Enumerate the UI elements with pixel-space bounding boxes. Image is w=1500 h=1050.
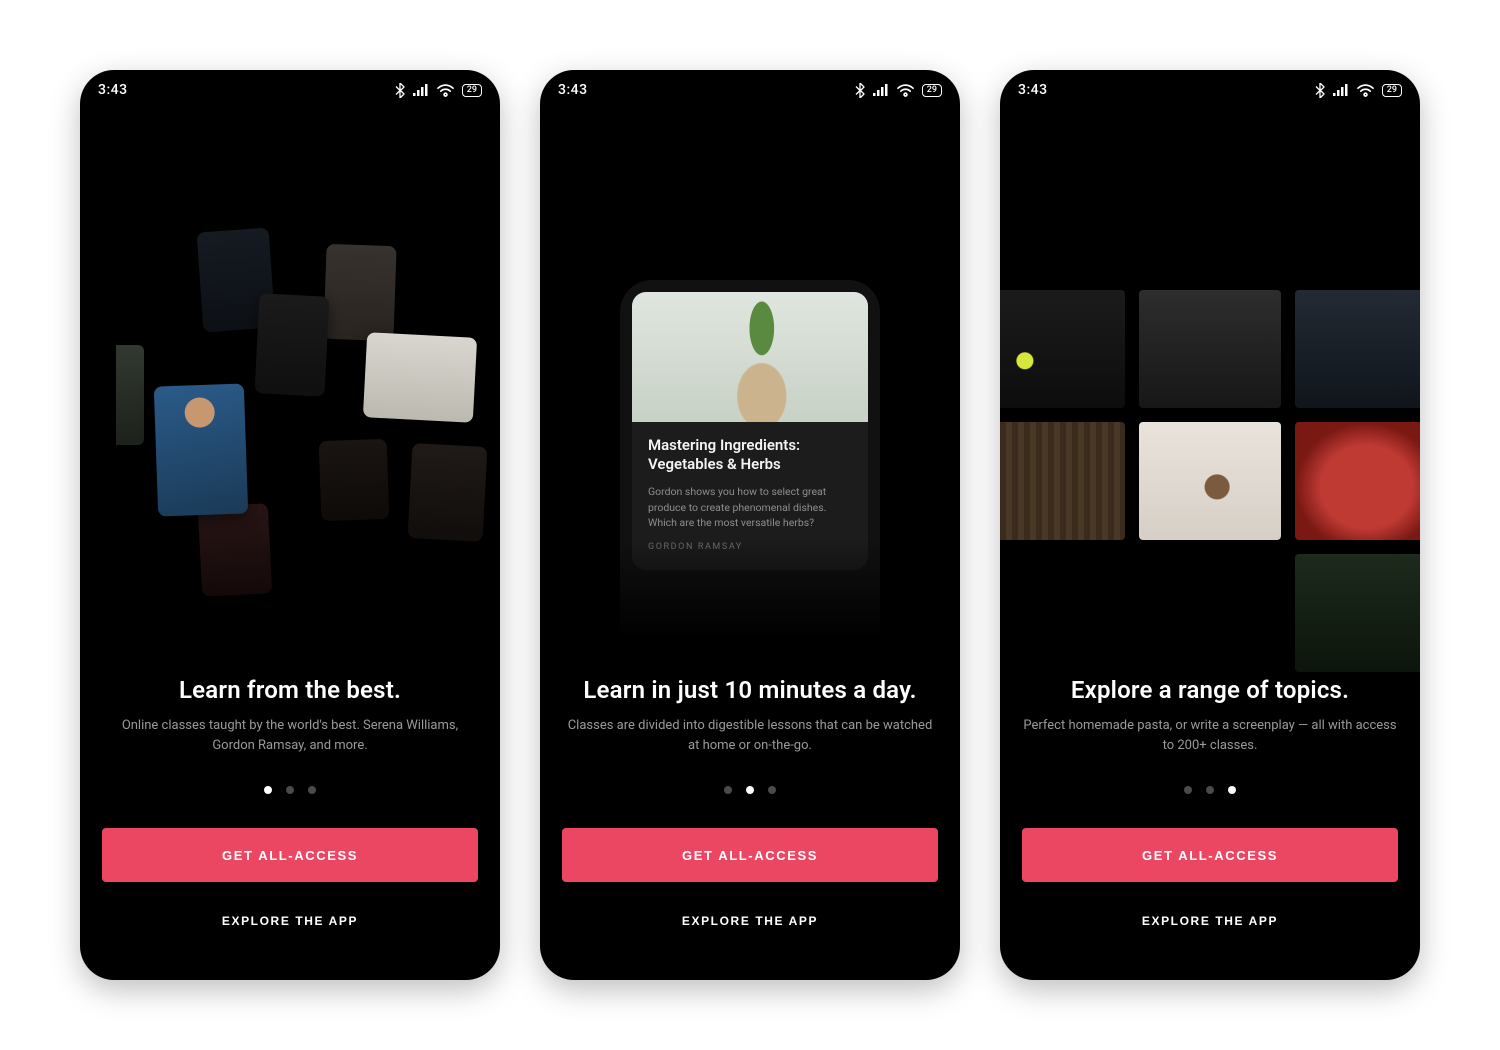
status-time: 3:43 xyxy=(558,82,588,98)
lesson-author: GORDON RAMSAY xyxy=(648,542,852,552)
onboarding-screen-1: 3:43 29 Learn from the best. xyxy=(80,70,500,980)
wifi-icon xyxy=(1357,84,1374,97)
onboarding-subtext: Online classes taught by the world's bes… xyxy=(102,716,478,756)
page-indicator xyxy=(80,786,500,794)
instructor-thumb xyxy=(323,244,396,341)
onboarding-headline: Learn in just 10 minutes a day. xyxy=(562,676,938,704)
instructor-thumb xyxy=(408,443,488,542)
onboarding-headline: Explore a range of topics. xyxy=(1022,676,1398,704)
onboarding-copy: Explore a range of topics. Perfect homem… xyxy=(1000,676,1420,756)
lesson-title: Mastering Ingredients: Vegetables & Herb… xyxy=(648,436,852,474)
get-all-access-button[interactable]: GET ALL-ACCESS xyxy=(1022,828,1398,882)
battery-indicator: 29 xyxy=(1382,84,1402,97)
signal-icon xyxy=(413,84,429,96)
signal-icon xyxy=(1333,84,1349,96)
lesson-preview-device: Mastering Ingredients: Vegetables & Herb… xyxy=(620,280,880,640)
topic-tile xyxy=(1295,554,1420,672)
status-bar: 3:43 29 xyxy=(1000,70,1420,110)
page-dot[interactable] xyxy=(264,786,272,794)
page-dot[interactable] xyxy=(1228,786,1236,794)
hero-lesson-preview: Mastering Ingredients: Vegetables & Herb… xyxy=(540,110,960,676)
explore-app-button[interactable]: EXPLORE THE APP xyxy=(1022,892,1398,950)
page-dot[interactable] xyxy=(308,786,316,794)
topic-tile xyxy=(1000,422,1125,540)
instructor-thumb xyxy=(254,293,329,397)
onboarding-copy: Learn from the best. Online classes taug… xyxy=(80,676,500,756)
topic-tile xyxy=(1295,290,1420,408)
instructor-thumb xyxy=(198,503,273,597)
status-bar: 3:43 29 xyxy=(80,70,500,110)
instructor-thumb xyxy=(363,332,477,423)
get-all-access-button[interactable]: GET ALL-ACCESS xyxy=(102,828,478,882)
battery-indicator: 29 xyxy=(462,84,482,97)
page-dot[interactable] xyxy=(1206,786,1214,794)
topic-tile xyxy=(1139,290,1282,408)
lesson-card: Mastering Ingredients: Vegetables & Herb… xyxy=(632,292,868,570)
battery-indicator: 29 xyxy=(922,84,942,97)
status-time: 3:43 xyxy=(98,82,128,98)
topic-tile xyxy=(1139,422,1282,540)
status-indicators: 29 xyxy=(1315,83,1402,98)
onboarding-subtext: Perfect homemade pasta, or write a scree… xyxy=(1022,716,1398,756)
lesson-description: Gordon shows you how to select great pro… xyxy=(648,484,852,530)
bluetooth-icon xyxy=(1315,83,1325,98)
onboarding-screen-3: 3:43 29 Explore a range of topics. Perfe xyxy=(1000,70,1420,980)
page-dot[interactable] xyxy=(746,786,754,794)
bluetooth-icon xyxy=(395,83,405,98)
onboarding-screen-2: 3:43 29 Mastering Ingredients: Vegetable… xyxy=(540,70,960,980)
status-time: 3:43 xyxy=(1018,82,1048,98)
get-all-access-button[interactable]: GET ALL-ACCESS xyxy=(562,828,938,882)
onboarding-headline: Learn from the best. xyxy=(102,676,478,704)
page-indicator xyxy=(540,786,960,794)
topic-tile xyxy=(1000,290,1125,408)
onboarding-subtext: Classes are divided into digestible less… xyxy=(562,716,938,756)
status-indicators: 29 xyxy=(855,83,942,98)
topic-tile xyxy=(1295,422,1420,540)
screenshot-row: 3:43 29 Learn from the best. xyxy=(40,30,1460,1020)
page-indicator xyxy=(1000,786,1420,794)
explore-app-button[interactable]: EXPLORE THE APP xyxy=(562,892,938,950)
onboarding-copy: Learn in just 10 minutes a day. Classes … xyxy=(540,676,960,756)
page-dot[interactable] xyxy=(768,786,776,794)
wifi-icon xyxy=(897,84,914,97)
lesson-thumbnail xyxy=(632,292,868,422)
instructor-thumb xyxy=(116,345,144,445)
page-dot[interactable] xyxy=(286,786,294,794)
bluetooth-icon xyxy=(855,83,865,98)
wifi-icon xyxy=(437,84,454,97)
instructor-thumb xyxy=(319,439,390,521)
hero-topic-grid xyxy=(1000,110,1420,676)
status-bar: 3:43 29 xyxy=(540,70,960,110)
signal-icon xyxy=(873,84,889,96)
page-dot[interactable] xyxy=(1184,786,1192,794)
explore-app-button[interactable]: EXPLORE THE APP xyxy=(102,892,478,950)
instructor-thumb xyxy=(154,383,248,516)
hero-collage xyxy=(80,110,500,676)
page-dot[interactable] xyxy=(724,786,732,794)
status-indicators: 29 xyxy=(395,83,482,98)
